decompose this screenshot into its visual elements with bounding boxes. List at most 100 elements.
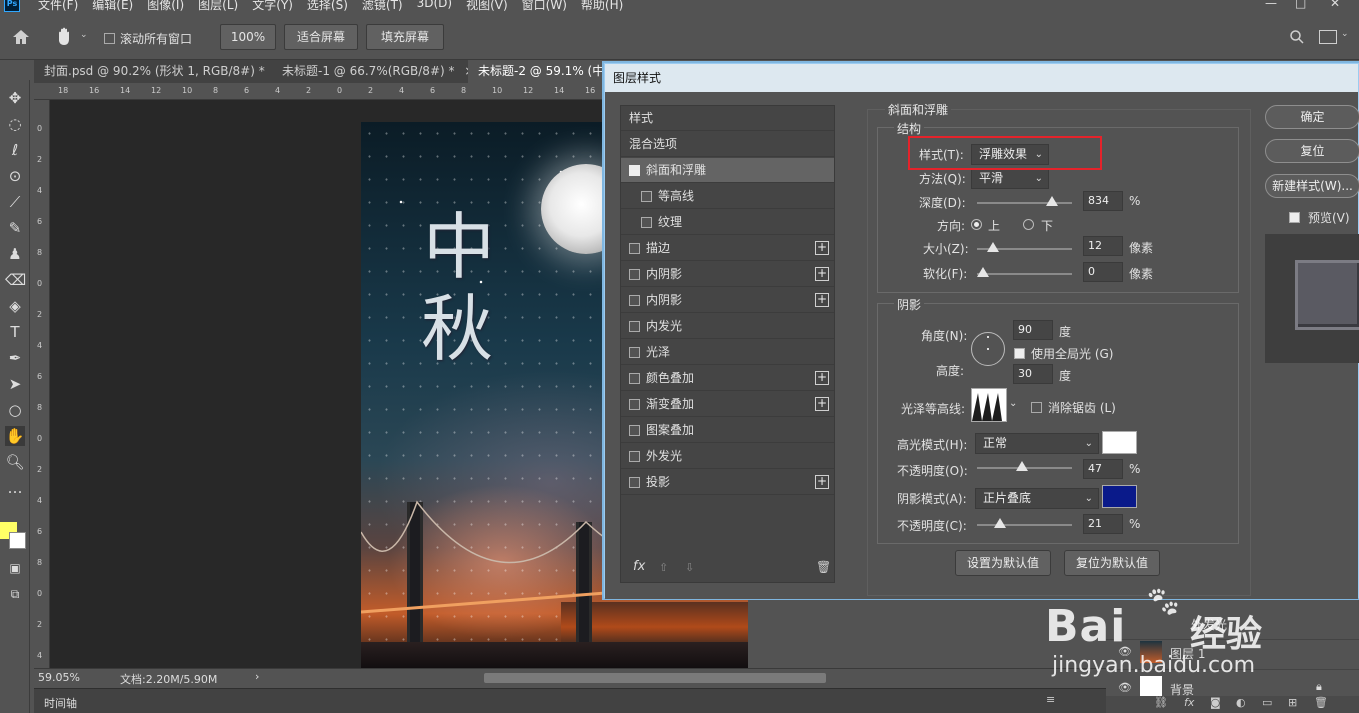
scroll-all-checkbox[interactable] xyxy=(104,31,115,45)
add-effect-plus-icon[interactable]: + xyxy=(815,267,829,281)
angle-dial[interactable] xyxy=(971,332,1005,366)
highlight-mode-select[interactable]: 正常 ⌄ xyxy=(975,433,1099,454)
fx-menu-icon[interactable]: fx xyxy=(633,559,645,574)
style-list-item[interactable]: 样式 xyxy=(621,106,834,131)
checkbox[interactable] xyxy=(629,399,640,410)
fit-screen-button[interactable]: 适合屏幕 xyxy=(284,24,358,50)
shadow-opacity-input[interactable]: 21 xyxy=(1083,514,1123,534)
highlight-opacity-thumb[interactable] xyxy=(1016,461,1028,471)
hand-tool-icon[interactable] xyxy=(54,26,76,48)
soften-slider[interactable] xyxy=(977,267,1072,277)
more-tools-icon[interactable]: … xyxy=(5,478,25,498)
zoom-readout[interactable]: 59.05% xyxy=(38,671,80,684)
delete-effect-icon[interactable]: 🗑︎ xyxy=(816,560,831,574)
stamp-tool-icon[interactable]: ♟ xyxy=(5,244,25,264)
menu-window[interactable]: 窗口(W) xyxy=(522,0,567,13)
eyedropper-tool-icon[interactable]: ⟋ xyxy=(5,192,25,212)
eraser-tool-icon[interactable]: ⌫ xyxy=(5,270,26,290)
quick-mask-icon[interactable]: ▣ xyxy=(5,558,25,578)
add-effect-plus-icon[interactable]: + xyxy=(815,371,829,385)
add-effect-plus-icon[interactable]: + xyxy=(815,475,829,489)
fill-screen-button[interactable]: 填充屏幕 xyxy=(366,24,444,50)
new-layer-icon[interactable]: ⊞ xyxy=(1288,696,1297,709)
style-list-item[interactable]: 等高线 xyxy=(621,184,834,209)
menu-image[interactable]: 图像(I) xyxy=(147,0,184,13)
make-default-button[interactable]: 设置为默认值 xyxy=(955,550,1051,576)
antialias-checkbox[interactable] xyxy=(1031,400,1042,414)
menu-select[interactable]: 选择(S) xyxy=(307,0,348,13)
trash-icon[interactable]: 🗑︎ xyxy=(1314,696,1328,709)
style-list-item[interactable]: 内阴影 + xyxy=(621,262,834,287)
restore-button[interactable]: □ xyxy=(1295,0,1306,10)
global-light-checkbox[interactable] xyxy=(1014,346,1025,360)
shadow-opacity-thumb[interactable] xyxy=(994,518,1007,528)
shadow-opacity-slider[interactable] xyxy=(977,518,1072,528)
pen-tool-icon[interactable]: ✒ xyxy=(5,348,25,368)
menu-edit[interactable]: 编辑(E) xyxy=(92,0,133,13)
status-menu-arrow-icon[interactable]: › xyxy=(255,670,259,683)
checkbox[interactable] xyxy=(629,477,640,488)
style-list-item[interactable]: 纹理 xyxy=(621,210,834,235)
paint-bucket-tool-icon[interactable]: ◈ xyxy=(5,296,25,316)
horizontal-scrollbar[interactable] xyxy=(484,673,826,683)
menu-help[interactable]: 帮助(H) xyxy=(581,0,623,13)
hand-tool-active-icon[interactable]: ✋ xyxy=(5,426,25,446)
direction-up-radio[interactable] xyxy=(971,219,982,230)
menu-file[interactable]: 文件(F) xyxy=(38,0,78,13)
checkbox[interactable] xyxy=(641,191,652,202)
zoom-tool-icon[interactable]: 🔍︎ xyxy=(5,452,25,472)
highlight-opacity-input[interactable]: 47 xyxy=(1083,459,1123,479)
menu-layer[interactable]: 图层(L) xyxy=(198,0,238,13)
highlight-opacity-slider[interactable] xyxy=(977,461,1072,471)
style-list-item[interactable]: 混合选项 xyxy=(621,132,834,157)
menu-type[interactable]: 文字(Y) xyxy=(252,0,293,13)
close-window-button[interactable]: ✕ xyxy=(1330,0,1340,10)
group-folder-icon[interactable]: ▭ xyxy=(1262,696,1272,709)
checkbox[interactable] xyxy=(629,295,640,306)
style-list-item[interactable]: 外发光 xyxy=(621,444,834,469)
checkbox-checked[interactable] xyxy=(629,165,640,176)
tab-untitled-1[interactable]: 未标题-1 @ 66.7%(RGB/8#) * × xyxy=(272,60,468,83)
link-layers-icon[interactable]: ⛓︎ xyxy=(1154,696,1168,709)
altitude-input[interactable]: 30 xyxy=(1013,364,1053,384)
checkbox[interactable] xyxy=(629,269,640,280)
move-up-arrow-icon[interactable]: ⇧ xyxy=(659,561,668,574)
checkbox[interactable] xyxy=(629,347,640,358)
style-list-item[interactable]: 图案叠加 xyxy=(621,418,834,443)
add-effect-plus-icon[interactable]: + xyxy=(815,241,829,255)
soften-slider-thumb[interactable] xyxy=(977,267,989,277)
checkbox[interactable] xyxy=(641,217,652,228)
highlight-color-swatch[interactable] xyxy=(1102,431,1137,454)
technique-select[interactable]: 平滑 ⌄ xyxy=(971,168,1049,189)
mask-icon[interactable]: ◙ xyxy=(1210,696,1221,709)
menu-3d[interactable]: 3D(D) xyxy=(417,0,452,13)
style-list-item[interactable]: 描边 + xyxy=(621,236,834,261)
style-list-item[interactable]: 内阴影 + xyxy=(621,288,834,313)
new-style-button[interactable]: 新建样式(W)... xyxy=(1265,174,1359,198)
panel-menu-icon[interactable]: ≡ xyxy=(1046,693,1055,706)
move-tool-icon[interactable]: ✥ xyxy=(5,88,25,108)
reset-default-button[interactable]: 复位为默认值 xyxy=(1064,550,1160,576)
minimize-button[interactable]: — xyxy=(1265,0,1277,10)
size-slider-thumb[interactable] xyxy=(986,242,999,252)
adjustment-icon[interactable]: ◐ xyxy=(1236,696,1246,709)
home-icon[interactable] xyxy=(10,27,32,47)
direction-down-radio[interactable] xyxy=(1023,219,1034,230)
search-icon[interactable] xyxy=(1289,29,1305,45)
fx-icon[interactable]: fx xyxy=(1184,696,1194,709)
shadow-mode-select[interactable]: 正片叠底 ⌄ xyxy=(975,488,1099,509)
tab-untitled-2[interactable]: 未标题-2 @ 59.1% (中秋 xyxy=(468,60,614,83)
depth-input[interactable]: 834 xyxy=(1083,191,1123,211)
size-slider[interactable] xyxy=(977,242,1072,252)
checkbox[interactable] xyxy=(629,451,640,462)
reset-button[interactable]: 复位 xyxy=(1265,139,1359,163)
add-effect-plus-icon[interactable]: + xyxy=(815,397,829,411)
style-list-item[interactable]: 颜色叠加 + xyxy=(621,366,834,391)
checkbox[interactable] xyxy=(629,321,640,332)
quick-select-tool-icon[interactable]: ⊙ xyxy=(5,166,25,186)
checkbox[interactable] xyxy=(629,373,640,384)
add-effect-plus-icon[interactable]: + xyxy=(815,293,829,307)
workspace-chevron-down-icon[interactable]: ⌄ xyxy=(1341,29,1349,39)
tab-cover-psd[interactable]: 封面.psd @ 90.2% (形状 1, RGB/8#) * × xyxy=(34,60,268,83)
workspace-icon[interactable] xyxy=(1319,30,1337,44)
